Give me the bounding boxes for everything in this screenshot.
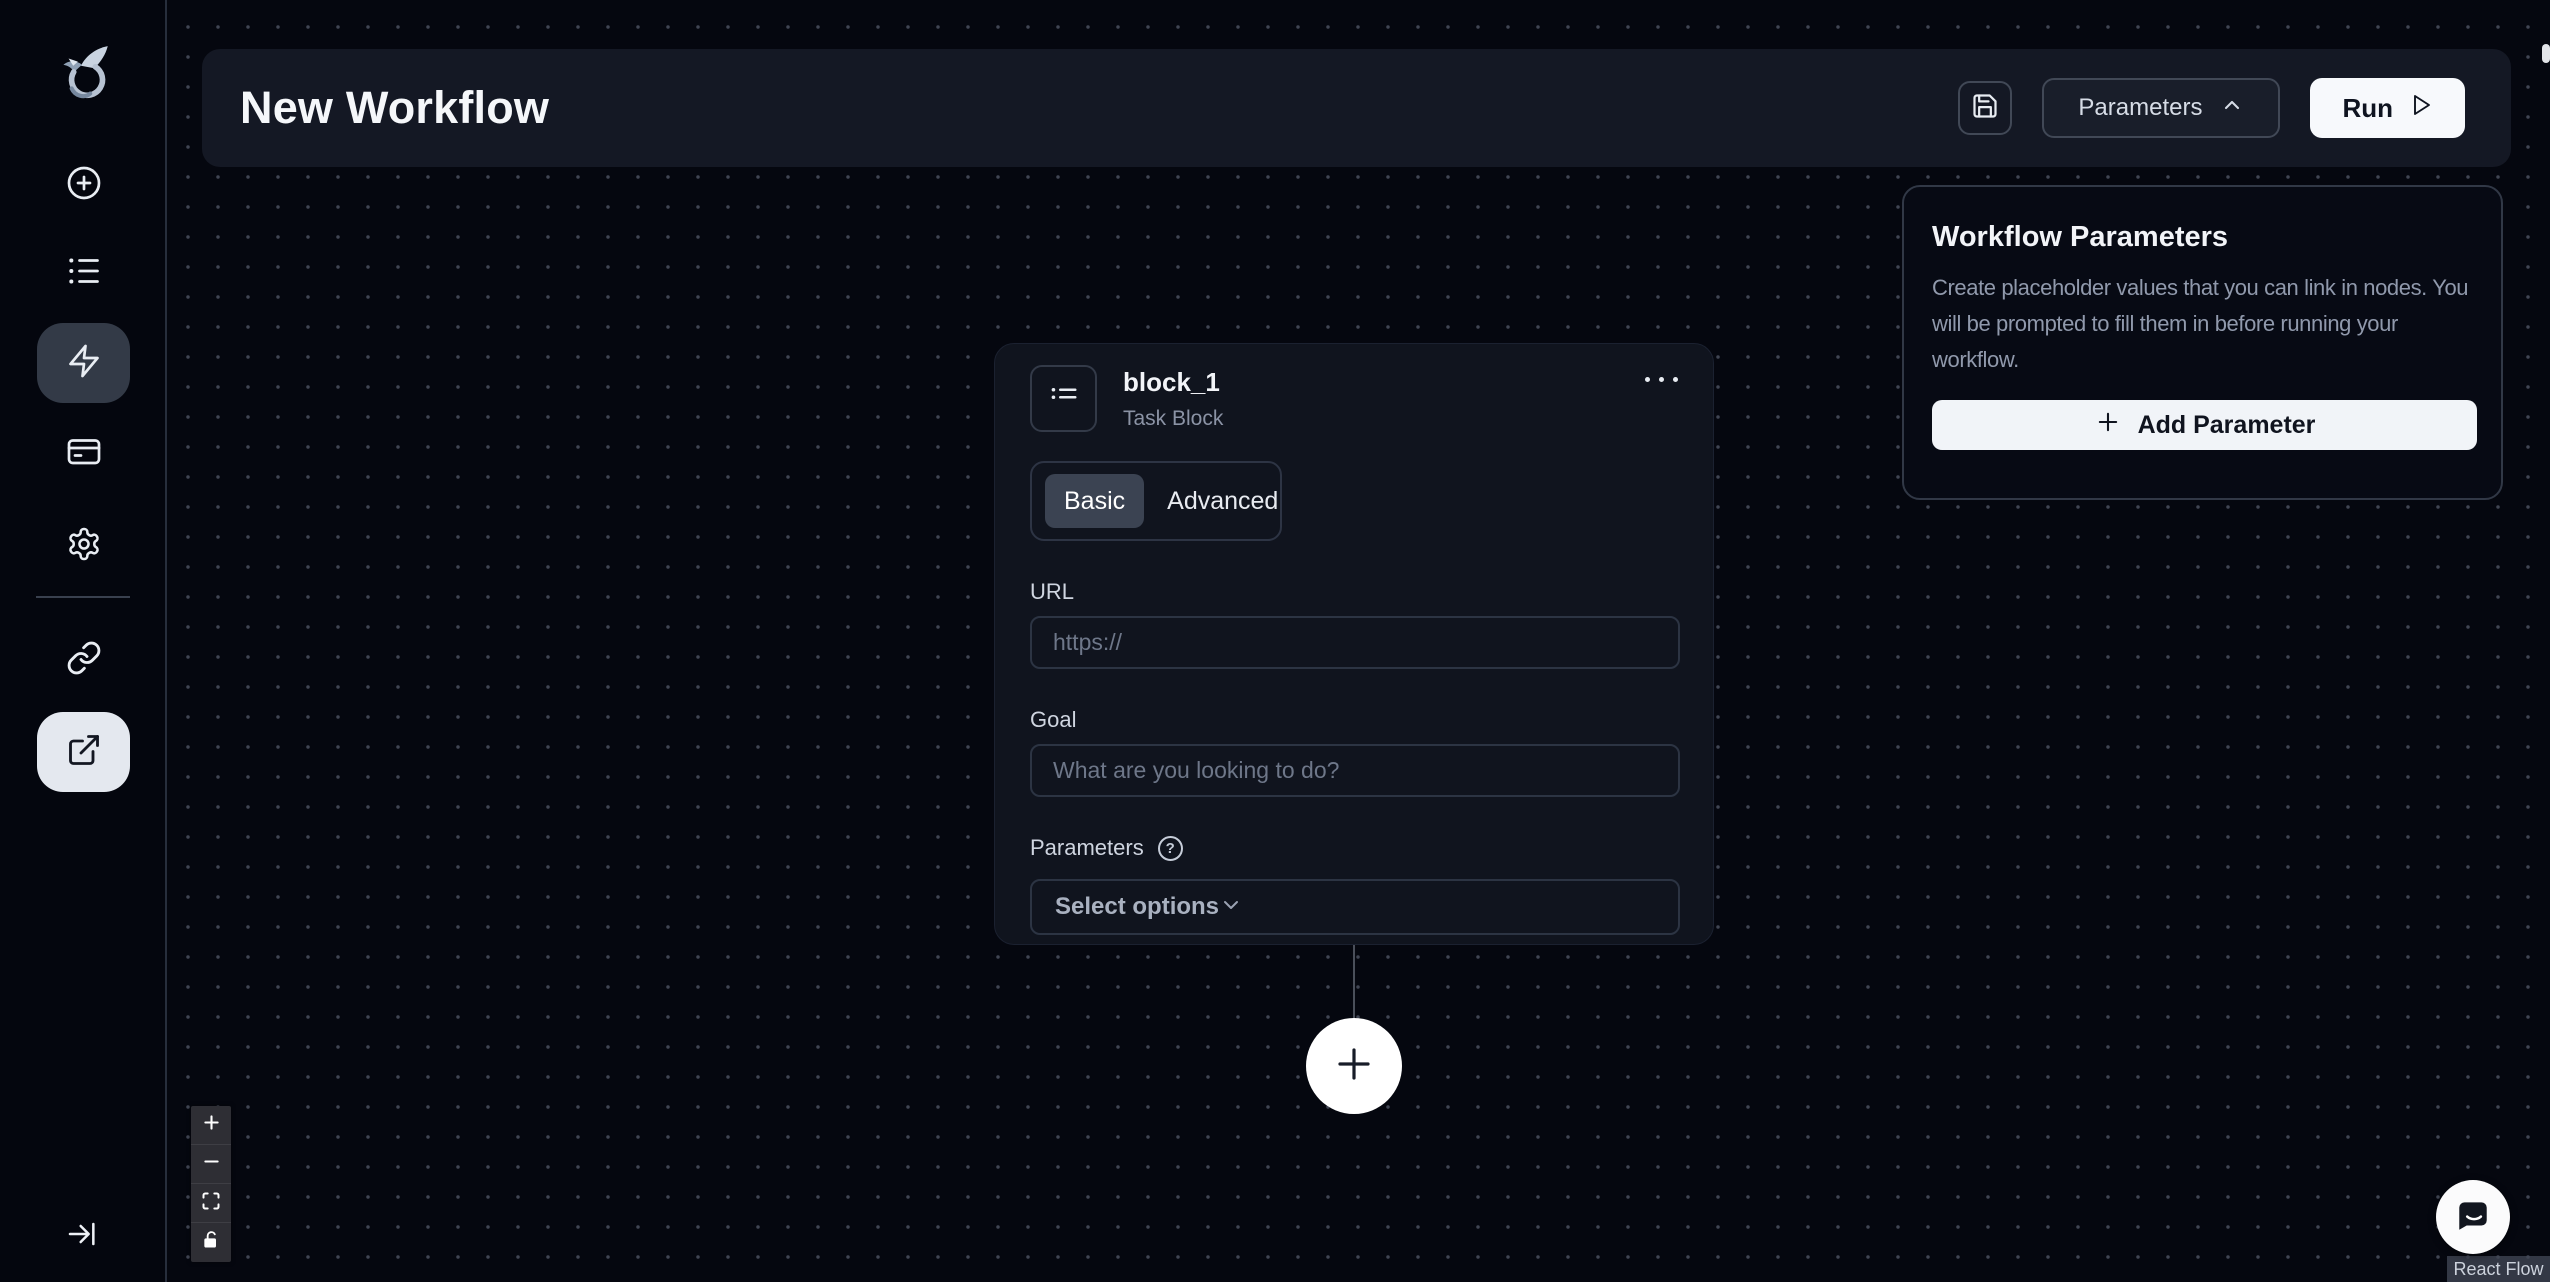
parameters-select-placeholder: Select options — [1055, 893, 1220, 920]
sidebar-collapse-button[interactable] — [58, 1212, 106, 1260]
list-icon — [1049, 381, 1079, 416]
block-titles: block_1 Task Block — [1123, 367, 1223, 431]
parameters-label-row: Parameters ? — [1030, 835, 1678, 861]
goal-label: Goal — [1030, 707, 1077, 732]
help-icon[interactable]: ? — [1157, 835, 1183, 861]
workflow-parameters-panel: Workflow Parameters Create placeholder v… — [1902, 185, 2503, 500]
url-input[interactable] — [1030, 616, 1680, 669]
task-block-node[interactable]: block_1 Task Block Basic Advanced URL Go… — [994, 343, 1714, 945]
page-title: New Workflow — [240, 82, 550, 133]
url-label: URL — [1030, 579, 1075, 604]
tab-advanced[interactable]: Advanced — [1148, 474, 1297, 528]
plus-icon — [2094, 408, 2122, 443]
parameters-toggle-button[interactable]: Parameters — [2042, 78, 2281, 138]
task-block-header: block_1 Task Block — [1030, 365, 1678, 432]
workflow-parameters-title: Workflow Parameters — [1932, 221, 2229, 253]
run-button[interactable]: Run — [2310, 78, 2465, 138]
block-subtitle: Task Block — [1123, 407, 1224, 430]
chevron-down-icon — [1219, 893, 1243, 922]
sidebar-item-runs[interactable] — [37, 233, 130, 313]
sidebar-item-external[interactable] — [37, 712, 130, 792]
block-icon-box — [1030, 365, 1097, 432]
sidebar-item-settings[interactable] — [37, 506, 130, 586]
gear-icon — [66, 526, 102, 567]
header-actions: Parameters Run — [1958, 78, 2465, 138]
parameters-label: Parameters — [1030, 835, 1144, 860]
edge-connector — [1353, 945, 1355, 1021]
dragon-logo — [63, 46, 108, 99]
unlock-icon — [201, 1230, 221, 1255]
zap-icon — [66, 343, 102, 384]
sidebar-item-integrations[interactable] — [37, 620, 130, 700]
workflow-header: New Workflow Parameters Run — [202, 49, 2511, 167]
tab-basic[interactable]: Basic — [1045, 474, 1145, 528]
lock-button[interactable] — [191, 1223, 231, 1262]
arrow-right-to-line-icon — [66, 1218, 98, 1255]
fit-view-button[interactable] — [191, 1184, 231, 1223]
add-parameter-label: Add Parameter — [2137, 410, 2316, 439]
minus-icon — [201, 1151, 222, 1177]
sidebar-divider — [36, 596, 130, 598]
zoom-out-button[interactable] — [191, 1145, 231, 1184]
sidebar — [0, 0, 167, 1282]
chevron-up-icon — [2220, 93, 2244, 124]
parameters-select[interactable]: Select options — [1030, 879, 1680, 935]
scrollbar-thumb[interactable] — [2542, 44, 2550, 63]
mode-tabs: Basic Advanced — [1030, 461, 1282, 541]
sidebar-item-workflows[interactable] — [37, 323, 130, 403]
canvas-controls — [191, 1106, 231, 1262]
play-icon — [2409, 93, 2433, 124]
goal-input[interactable] — [1030, 744, 1680, 797]
chat-launcher-button[interactable] — [2436, 1180, 2510, 1254]
chat-bubble-icon — [2454, 1196, 2492, 1239]
plus-circle-icon — [66, 165, 102, 206]
link-icon — [66, 640, 102, 681]
add-block-button[interactable] — [1306, 1018, 1402, 1114]
attribution-label: React Flow — [2453, 1258, 2544, 1279]
sidebar-item-create[interactable] — [37, 145, 130, 225]
fit-view-icon — [201, 1191, 221, 1216]
workflow-editor: New Workflow Parameters Run Workflow Par… — [0, 0, 2550, 1282]
add-parameter-button[interactable]: Add Parameter — [1932, 400, 2477, 450]
zoom-in-button[interactable] — [191, 1106, 231, 1145]
plus-icon — [201, 1112, 222, 1138]
block-title: block_1 — [1123, 367, 1220, 397]
block-more-options-icon[interactable] — [1645, 377, 1678, 382]
workflow-parameters-description: Create placeholder values that you can l… — [1932, 275, 2469, 372]
save-button[interactable] — [1958, 81, 2013, 135]
sidebar-item-billing[interactable] — [37, 413, 130, 493]
credit-card-icon — [66, 433, 102, 474]
parameters-button-label: Parameters — [2078, 94, 2203, 121]
list-icon — [66, 253, 102, 294]
save-icon — [1971, 92, 1999, 125]
run-button-label: Run — [2342, 92, 2393, 123]
plus-icon — [1330, 1040, 1378, 1093]
react-flow-attribution[interactable]: React Flow — [2447, 1256, 2550, 1282]
external-link-icon — [66, 732, 102, 773]
